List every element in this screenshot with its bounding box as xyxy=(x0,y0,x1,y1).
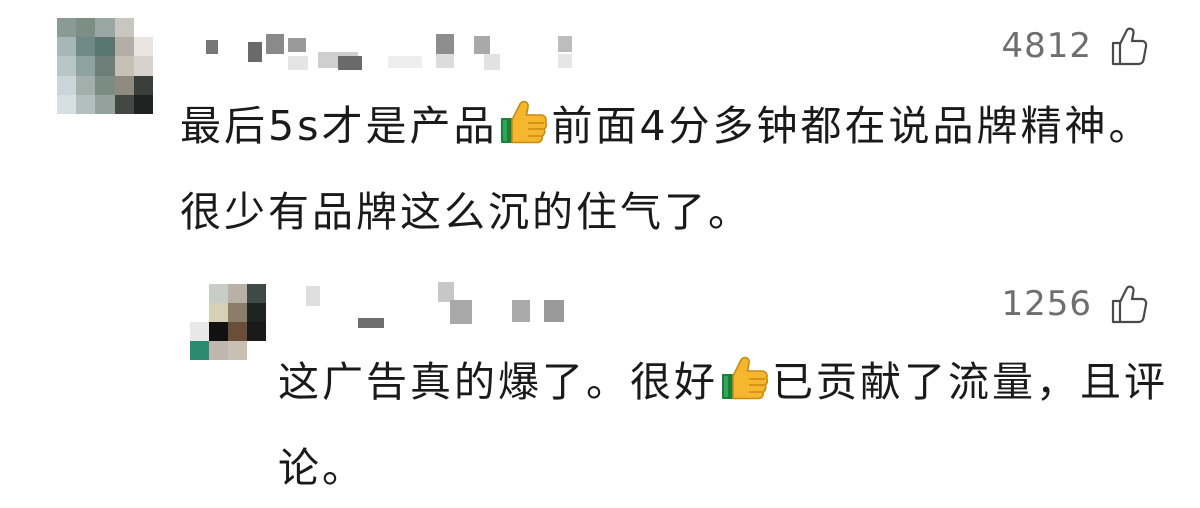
thumbs-up-outline-icon[interactable] xyxy=(1110,26,1148,66)
like-group[interactable]: 1256 xyxy=(1001,284,1148,324)
reply-item: 1256 这广告真的爆了。很好 已贡献了流量，且评论。 xyxy=(0,260,1200,492)
thumbs-up-emoji xyxy=(499,92,549,172)
comment-text-part: 最后5s才是产品 xyxy=(180,102,498,150)
like-count: 4812 xyxy=(1001,26,1092,66)
comment-text: 这广告真的爆了。很好 已贡献了流量，且评论。 xyxy=(278,342,1168,508)
username-obscured[interactable] xyxy=(300,282,590,328)
username-obscured[interactable] xyxy=(178,32,578,72)
comment-item: 4812 最后5s才是产品 前面4分多钟都在说品牌精神。很少有品牌这么沉的住气了… xyxy=(0,0,1200,240)
like-group[interactable]: 4812 xyxy=(1001,26,1148,66)
thumbs-up-outline-icon[interactable] xyxy=(1110,284,1148,324)
like-count: 1256 xyxy=(1001,284,1092,324)
comment-text-part: 这广告真的爆了。很好 xyxy=(278,358,718,406)
avatar[interactable] xyxy=(190,284,266,360)
avatar[interactable] xyxy=(57,18,153,114)
comment-text: 最后5s才是产品 前面4分多钟都在说品牌精神。很少有品牌这么沉的住气了。 xyxy=(180,86,1170,252)
thumbs-up-emoji xyxy=(720,348,770,428)
